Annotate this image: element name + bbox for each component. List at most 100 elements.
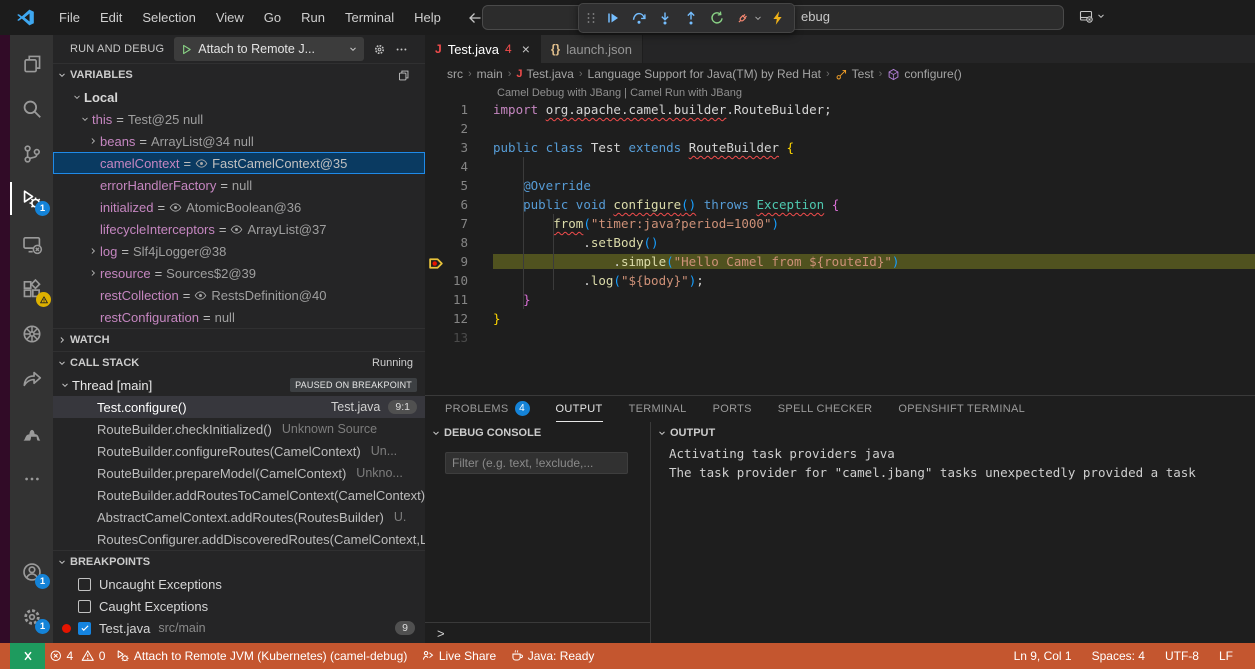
panel-tab-output[interactable]: OUTPUT <box>556 396 603 422</box>
statusbar-cursor-position[interactable]: Ln 9, Col 1 <box>1004 649 1082 663</box>
watch-section-header[interactable]: WATCH <box>53 328 425 351</box>
activity-item-debug[interactable]: 1 <box>10 176 53 221</box>
variable-row[interactable]: log=Slf4jLogger@38 <box>53 240 425 262</box>
activity-item-extensions[interactable] <box>10 266 53 311</box>
activity-item-settings[interactable]: 1 <box>10 594 53 639</box>
debug-console-header[interactable]: DEBUG CONSOLE <box>425 422 650 444</box>
repl-input[interactable]: > <box>425 622 650 644</box>
gutter[interactable]: 4 <box>425 159 493 174</box>
debug-continue-button[interactable] <box>600 6 625 30</box>
gutter[interactable]: 2 <box>425 121 493 136</box>
debug-step-out-button[interactable] <box>678 6 703 30</box>
activity-item-search[interactable] <box>10 86 53 131</box>
variable-row[interactable]: camelContext=FastCamelContext@35 <box>53 152 425 174</box>
more-actions-icon[interactable] <box>395 43 408 56</box>
debug-console-filter-input[interactable] <box>445 452 628 474</box>
remote-indicator[interactable] <box>10 643 45 669</box>
menu-file[interactable]: File <box>49 10 90 25</box>
statusbar-indentation[interactable]: Spaces: 4 <box>1082 649 1155 663</box>
menu-help[interactable]: Help <box>404 10 451 25</box>
layout-control[interactable] <box>1078 8 1106 24</box>
stack-frame-row[interactable]: RouteBuilder.configureRoutes(CamelContex… <box>53 440 425 462</box>
menu-go[interactable]: Go <box>254 10 291 25</box>
eye-icon[interactable] <box>169 201 182 214</box>
stack-frame-row[interactable]: RouteBuilder.addRoutesToCamelContext(Cam… <box>53 484 425 506</box>
tab-launch-json[interactable]: {}launch.json <box>541 35 643 63</box>
variables-section-header[interactable]: VARIABLES <box>53 63 425 86</box>
statusbar-live-share[interactable]: Live Share <box>414 643 503 669</box>
panel-tab-openshift-terminal[interactable]: OPENSHIFT TERMINAL <box>898 396 1025 422</box>
checkbox[interactable] <box>78 622 91 635</box>
breakpoint-row[interactable]: Test.javasrc/main9 <box>53 617 425 639</box>
breakpoint-row[interactable]: Caught Exceptions <box>53 595 425 617</box>
chevron-down-icon[interactable] <box>752 13 764 23</box>
call-stack-section-header[interactable]: CALL STACK Running <box>53 351 425 374</box>
breadcrumb-item[interactable]: configure() <box>887 67 961 81</box>
variable-row[interactable]: beans=ArrayList@34 null <box>53 130 425 152</box>
variable-row[interactable]: restCollection=RestsDefinition@40 <box>53 284 425 306</box>
statusbar-problems-warnings[interactable]: 0 <box>77 643 109 669</box>
gutter[interactable]: 3 <box>425 140 493 155</box>
stack-frame-row[interactable]: RouteBuilder.prepareModel(CamelContext)U… <box>53 462 425 484</box>
breadcrumb-item[interactable]: main <box>477 67 503 81</box>
close-icon[interactable]: × <box>522 41 530 57</box>
stack-frame-row[interactable]: Test.configure()Test.java9:1 <box>53 396 425 418</box>
breadcrumb-item[interactable]: src <box>447 67 463 81</box>
eye-icon[interactable] <box>230 223 243 236</box>
statusbar-eol[interactable]: LF <box>1209 649 1243 663</box>
debug-step-over-button[interactable] <box>626 6 651 30</box>
open-view-icon[interactable] <box>397 69 410 82</box>
variable-row[interactable]: errorHandlerFactory=null <box>53 174 425 196</box>
checkbox[interactable] <box>78 600 91 613</box>
variable-row[interactable]: restConfiguration=null <box>53 306 425 328</box>
codelens[interactable]: Camel Debug with JBang | Camel Run with … <box>425 85 1255 100</box>
gutter[interactable]: 8 <box>425 235 493 250</box>
menu-edit[interactable]: Edit <box>90 10 132 25</box>
back-arrow-icon[interactable] <box>467 10 483 26</box>
variable-row[interactable]: resource=Sources$2@39 <box>53 262 425 284</box>
activity-item-remote-explorer[interactable] <box>10 221 53 266</box>
menu-run[interactable]: Run <box>291 10 335 25</box>
variable-row[interactable]: initialized=AtomicBoolean@36 <box>53 196 425 218</box>
gutter[interactable]: 11 <box>425 292 493 307</box>
breadcrumb-item[interactable]: JTest.java <box>516 67 573 81</box>
panel-tab-spell-checker[interactable]: SPELL CHECKER <box>778 396 873 422</box>
gutter[interactable]: 6 <box>425 197 493 212</box>
stack-frame-row[interactable]: RoutesConfigurer.addDiscoveredRoutes(Cam… <box>53 528 425 550</box>
activity-item-ellipsis[interactable] <box>10 456 53 501</box>
tab-test-java[interactable]: JTest.java4× <box>425 35 541 63</box>
breakpoint-row[interactable]: Uncaught Exceptions <box>53 573 425 595</box>
lightning-button[interactable] <box>765 6 790 30</box>
activity-item-share[interactable] <box>10 356 53 401</box>
debug-step-into-button[interactable] <box>652 6 677 30</box>
stack-frame-row[interactable]: AbstractCamelContext.addRoutes(RoutesBui… <box>53 506 425 528</box>
breadcrumb-item[interactable]: Test <box>835 67 874 81</box>
activity-item-files[interactable] <box>10 41 53 86</box>
thread-row[interactable]: Thread [main] PAUSED ON BREAKPOINT <box>53 374 425 396</box>
gutter[interactable]: 7 <box>425 216 493 231</box>
activity-item-source-control[interactable] <box>10 131 53 176</box>
menu-selection[interactable]: Selection <box>132 10 205 25</box>
gutter[interactable]: 5 <box>425 178 493 193</box>
menu-terminal[interactable]: Terminal <box>335 10 404 25</box>
variable-row[interactable]: Local <box>53 86 425 108</box>
activity-item-camel[interactable] <box>10 411 53 456</box>
eye-icon[interactable] <box>194 289 207 302</box>
gutter[interactable]: 1 <box>425 102 493 117</box>
statusbar-encoding[interactable]: UTF-8 <box>1155 649 1209 663</box>
activity-item-kubernetes[interactable] <box>10 311 53 356</box>
launch-config-dropdown[interactable]: Attach to Remote J... <box>174 37 364 61</box>
gutter[interactable]: 13 <box>425 330 493 345</box>
gutter[interactable]: 10 <box>425 273 493 288</box>
statusbar-java-status[interactable]: Java: Ready <box>503 643 601 669</box>
statusbar-problems-errors[interactable]: 4 <box>45 643 77 669</box>
code-editor[interactable]: Camel Debug with JBang | Camel Run with … <box>425 85 1255 395</box>
variable-row[interactable]: this=Test@25 null <box>53 108 425 130</box>
panel-tab-problems[interactable]: PROBLEMS4 <box>445 396 530 422</box>
eye-icon[interactable] <box>195 157 208 170</box>
output-header[interactable]: OUTPUT <box>651 422 1255 444</box>
checkbox[interactable] <box>78 578 91 591</box>
gutter[interactable]: 9 <box>425 254 493 269</box>
statusbar-debug-session[interactable]: Attach to Remote JVM (Kubernetes) (camel… <box>109 643 414 669</box>
panel-tab-ports[interactable]: PORTS <box>713 396 752 422</box>
